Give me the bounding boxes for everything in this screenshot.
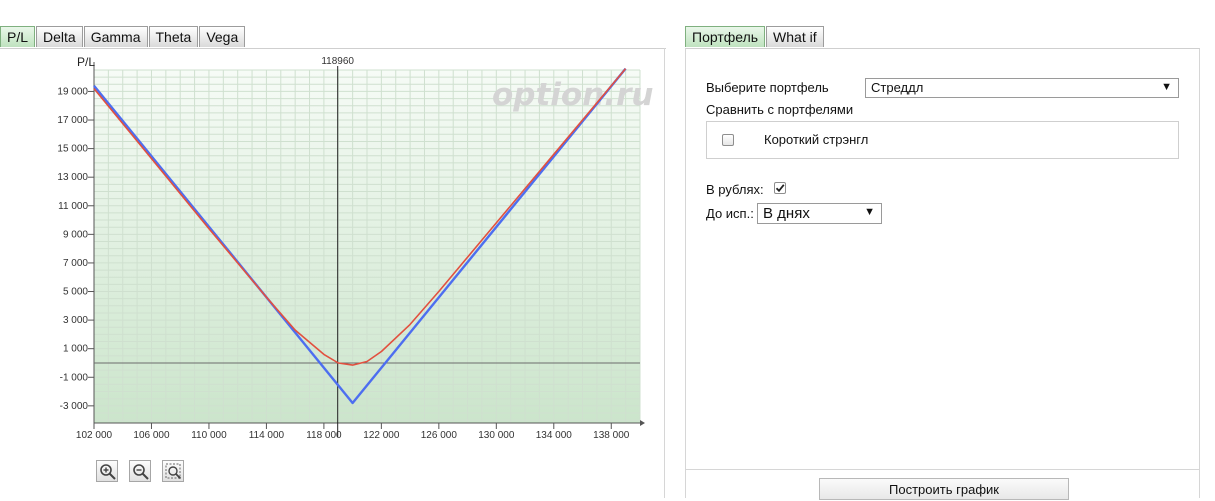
tab-delta[interactable]: Delta [36, 26, 83, 47]
y-tick-label: 3 000 [63, 315, 88, 326]
y-tick-label: 7 000 [63, 258, 88, 269]
zoom-in-button[interactable] [96, 460, 118, 482]
portfolio-panel: Выберите портфель Стреддл ▼ Сравнить с п… [685, 48, 1200, 500]
portfolio-select-value: Стреддл [871, 80, 924, 95]
zoom-reset-icon [165, 463, 182, 480]
tab-vega[interactable]: Vega [199, 26, 246, 47]
y-tick-label: 17 000 [57, 115, 88, 126]
footer-divider [686, 469, 1199, 470]
y-tick-label: -1 000 [60, 372, 89, 383]
dropdown-arrow-icon: ▼ [1161, 81, 1172, 93]
zoom-out-button[interactable] [129, 460, 151, 482]
y-tick-label: 11 000 [58, 201, 88, 212]
compare-list: Короткий стрэнгл [706, 121, 1179, 159]
zoom-reset-button[interactable] [162, 460, 184, 482]
x-tick-label: 114 000 [249, 430, 285, 441]
y-tick-label: 1 000 [63, 344, 88, 355]
y-tick-label: 19 000 [57, 86, 88, 97]
tab-pl[interactable]: P/L [0, 26, 36, 47]
tab-gamma[interactable]: Gamma [83, 26, 148, 47]
expiry-select[interactable]: В днях ▼ [757, 203, 882, 224]
dropdown-arrow-icon: ▼ [864, 206, 875, 218]
chart-tabs: P/L Delta Gamma Theta Vega [0, 26, 246, 48]
x-tick-label: 110 000 [191, 430, 227, 441]
compare-checkbox[interactable] [722, 134, 734, 146]
zoom-in-icon [100, 464, 116, 480]
rubles-checkbox[interactable] [774, 182, 786, 194]
y-tick-label: 15 000 [57, 144, 88, 155]
portfolio-tabs: Портфель What if [685, 26, 825, 48]
rubles-label: В рублях: [706, 182, 764, 197]
compare-label: Сравнить с портфелями [706, 102, 854, 117]
expiry-select-value: В днях [763, 205, 810, 222]
tabs-divider [0, 48, 666, 49]
x-tick-label: 130 000 [478, 430, 515, 441]
x-tick-label: 126 000 [421, 430, 458, 441]
check-icon [775, 184, 785, 193]
y-tick-label: 13 000 [57, 172, 88, 183]
pl-chart: option.ru 118960 P/L 19 000 17 000 15 000 13 0… [57, 55, 653, 441]
x-tick-label: 134 000 [536, 430, 573, 441]
y-tick-label: 9 000 [63, 229, 88, 240]
watermark: option.ru [492, 77, 653, 113]
x-tick-label: 102 000 [76, 430, 113, 441]
portfolio-select[interactable]: Стреддл ▼ [865, 78, 1179, 98]
x-tick-label: 106 000 [133, 430, 170, 441]
y-tick-label: 5 000 [63, 287, 88, 298]
portfolio-label: Выберите портфель [706, 80, 829, 95]
price-marker-label: 118960 [321, 56, 354, 67]
compare-item-label: Короткий стрэнгл [764, 132, 869, 147]
x-axis-arrow [640, 420, 645, 426]
tab-portfolio[interactable]: Портфель [685, 26, 766, 47]
tab-what-if[interactable]: What if [766, 26, 824, 47]
x-tick-label: 118 000 [306, 430, 342, 441]
panel-separator [664, 48, 665, 498]
x-tick-label: 122 000 [363, 430, 400, 441]
build-chart-button[interactable]: Построить график [819, 478, 1069, 500]
y-axis-title: P/L [77, 55, 95, 69]
zoom-out-icon [133, 464, 149, 480]
y-tick-label: -3 000 [60, 401, 89, 412]
tab-theta[interactable]: Theta [148, 26, 199, 47]
expiry-label: До исп.: [706, 206, 754, 221]
x-tick-label: 138 000 [593, 430, 630, 441]
